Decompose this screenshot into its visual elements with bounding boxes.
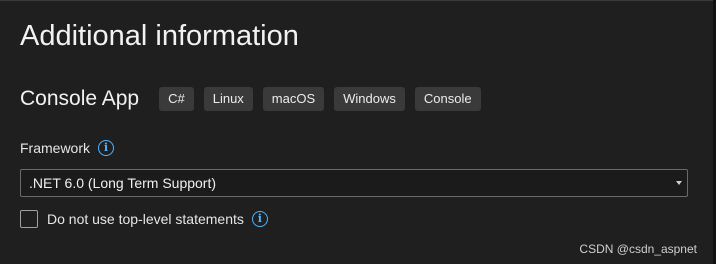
- page-title: Additional information: [20, 20, 299, 52]
- template-tags: C# Linux macOS Windows Console: [159, 87, 481, 111]
- top-divider: [0, 0, 716, 1]
- framework-label-row: Framework i: [20, 138, 115, 158]
- chevron-down-icon[interactable]: [676, 181, 682, 185]
- framework-select[interactable]: .NET 6.0 (Long Term Support): [20, 169, 688, 197]
- tag-platform-linux: Linux: [203, 87, 253, 111]
- tag-project-type: Console: [414, 87, 481, 111]
- framework-selected-value: .NET 6.0 (Long Term Support): [29, 175, 217, 191]
- top-level-statements-label[interactable]: Do not use top-level statements: [47, 211, 244, 227]
- info-icon[interactable]: i: [98, 140, 115, 156]
- tag-language: C#: [159, 87, 194, 111]
- tag-platform-windows: Windows: [334, 87, 405, 111]
- top-level-statements-option: Do not use top-level statements i: [20, 209, 268, 229]
- template-header: Console App C# Linux macOS Windows Conso…: [20, 86, 481, 112]
- watermark: CSDN @csdn_aspnet: [579, 242, 697, 256]
- template-name: Console App: [20, 87, 140, 110]
- tag-platform-macos: macOS: [262, 87, 325, 111]
- framework-label: Framework: [20, 140, 91, 156]
- top-level-statements-checkbox[interactable]: [20, 210, 38, 228]
- info-icon[interactable]: i: [251, 211, 268, 227]
